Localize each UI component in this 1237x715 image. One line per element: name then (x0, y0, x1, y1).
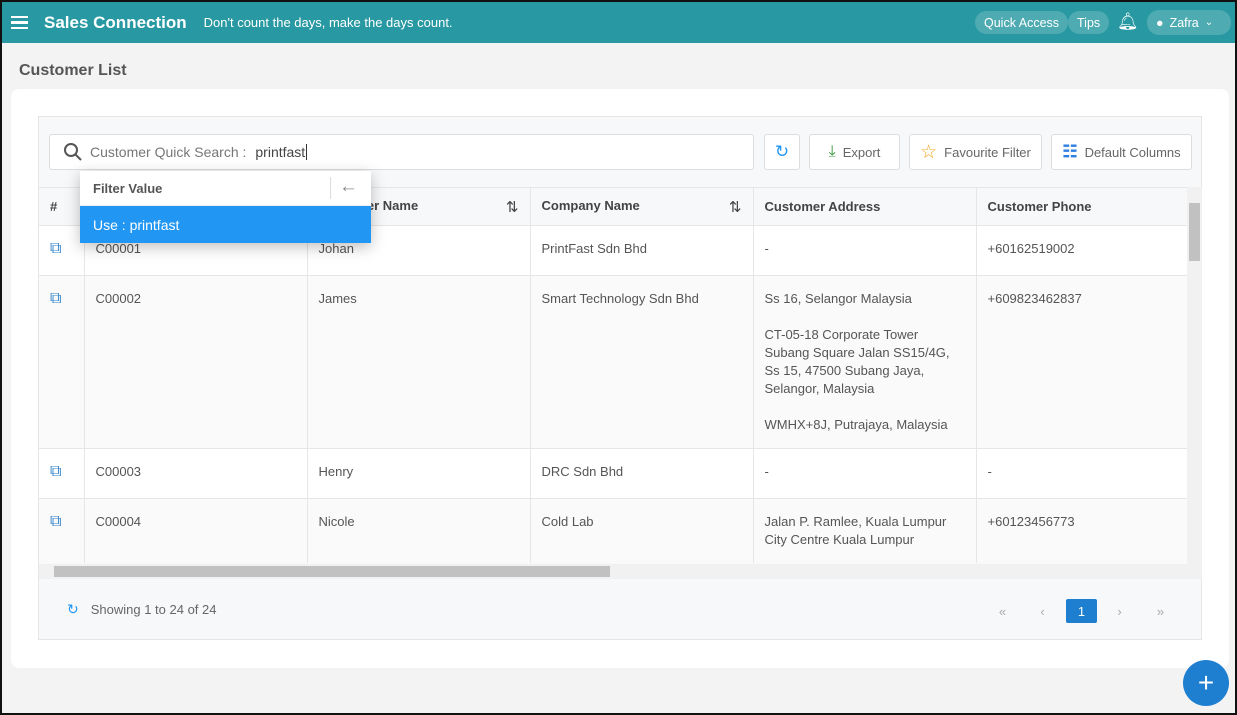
last-page-button[interactable]: » (1145, 599, 1176, 623)
tips-button[interactable]: Tips (1068, 11, 1110, 34)
first-page-button[interactable]: « (987, 599, 1018, 623)
cell-name: James (307, 275, 531, 449)
col-header-index: # (39, 187, 85, 226)
customer-table: # Customer Name⇅ Company Name⇅ Customer … (39, 187, 1188, 563)
top-bar: Sales Connection Don't count the days, m… (2, 2, 1235, 43)
search-value[interactable]: printfast (255, 144, 308, 160)
cell-address: - (753, 448, 977, 499)
cell-company: Smart Technology Sdn Bhd (530, 275, 754, 449)
showing-count: Showing 1 to 24 of 24 (90, 602, 217, 617)
vertical-scrollbar[interactable] (1187, 187, 1202, 564)
cell-name: Nicole (307, 498, 531, 563)
search-icon (64, 143, 82, 161)
download-icon: ⤓ (828, 143, 836, 160)
open-external-icon[interactable]: ⧉ (50, 290, 61, 307)
open-external-icon[interactable]: ⧉ (50, 240, 61, 257)
dropdown-option-use-value[interactable]: Use : printfast (80, 206, 371, 243)
table-row[interactable]: ⧉ C00004 Nicole Cold Lab Jalan P. Ramlee… (39, 498, 1188, 563)
bell-icon[interactable]: 🔔︎ (1117, 12, 1139, 32)
cell-address: - (753, 225, 977, 276)
dropdown-title: Filter Value (93, 180, 163, 196)
favourite-filter-button[interactable]: ☆ Favourite Filter (909, 134, 1042, 170)
add-customer-button[interactable]: + (1183, 660, 1229, 706)
address-line: WMHX+8J, Putrajaya, Malaysia (764, 417, 948, 432)
next-page-button[interactable]: › (1104, 599, 1135, 623)
refresh-icon[interactable]: ↻ (67, 601, 79, 618)
col-header-phone[interactable]: Customer Phone (976, 187, 1188, 226)
cell-company: DRC Sdn Bhd (530, 448, 754, 499)
table-footer: ↻ Showing 1 to 24 of 24 « ‹ 1 › » (39, 579, 1202, 640)
refresh-button[interactable]: ↻ (764, 134, 800, 170)
back-arrow-icon[interactable]: ← (339, 176, 358, 198)
cell-phone: +60162519002 (976, 225, 1188, 276)
cell-code: C00003 (84, 448, 308, 499)
cell-phone: +609823462837 (976, 275, 1188, 449)
search-input[interactable]: Customer Quick Search : printfast (49, 134, 754, 170)
tagline: Don't count the days, make the days coun… (203, 15, 453, 30)
cell-company: Cold Lab (530, 498, 754, 563)
columns-icon: ☷ (1062, 142, 1078, 161)
page-1-button[interactable]: 1 (1066, 599, 1097, 623)
sort-icon[interactable]: ⇅ (729, 198, 742, 216)
address-line: Ss 16, Selangor Malaysia (764, 291, 912, 306)
open-external-icon[interactable]: ⧉ (50, 513, 61, 530)
cell-address: Jalan P. Ramlee, Kuala Lumpur City Centr… (753, 498, 977, 563)
open-external-icon[interactable]: ⧉ (50, 463, 61, 480)
cell-code: C00004 (84, 498, 308, 563)
user-menu[interactable]: ● Zafra ⌄ (1147, 10, 1231, 35)
export-label: Export (842, 144, 881, 160)
col-header-company-label: Company Name (541, 197, 640, 213)
cell-company: PrintFast Sdn Bhd (530, 225, 754, 276)
quick-access-button[interactable]: Quick Access (975, 11, 1069, 34)
user-icon: ● (1156, 15, 1164, 30)
cell-phone: +60123456773 (976, 498, 1188, 563)
app-title: Sales Connection (44, 12, 187, 32)
cell-address: Ss 16, Selangor Malaysia CT-05-18 Corpor… (753, 275, 977, 449)
favourite-filter-label: Favourite Filter (944, 144, 1031, 160)
menu-icon[interactable] (11, 15, 28, 30)
horizontal-scrollbar[interactable] (39, 564, 1202, 579)
user-name: Zafra (1169, 15, 1199, 30)
col-header-company[interactable]: Company Name ⇅ (530, 187, 754, 226)
cell-name: Henry (307, 448, 531, 499)
default-columns-label: Default Columns (1084, 144, 1181, 160)
page-title: Customer List (19, 62, 127, 79)
filter-value-dropdown: Filter Value ← Use : printfast (80, 171, 371, 243)
plus-icon: + (1197, 667, 1215, 698)
chevron-down-icon: ⌄ (1204, 17, 1214, 28)
address-line: CT-05-18 Corporate Tower Subang Square J… (764, 327, 950, 396)
sort-icon[interactable]: ⇅ (506, 198, 519, 216)
export-button[interactable]: ⤓ Export (809, 134, 900, 170)
cell-phone: - (976, 448, 1188, 499)
table-row[interactable]: ⧉ C00002 James Smart Technology Sdn Bhd … (39, 275, 1188, 449)
search-label: Customer Quick Search : (90, 144, 247, 160)
col-header-address[interactable]: Customer Address (753, 187, 977, 226)
star-icon: ☆ (920, 141, 938, 163)
default-columns-button[interactable]: ☷ Default Columns (1051, 134, 1192, 170)
table-row[interactable]: ⧉ C00003 Henry DRC Sdn Bhd - - (39, 448, 1188, 499)
prev-page-button[interactable]: ‹ (1027, 599, 1058, 623)
cell-code: C00002 (84, 275, 308, 449)
refresh-icon: ↻ (774, 142, 790, 161)
